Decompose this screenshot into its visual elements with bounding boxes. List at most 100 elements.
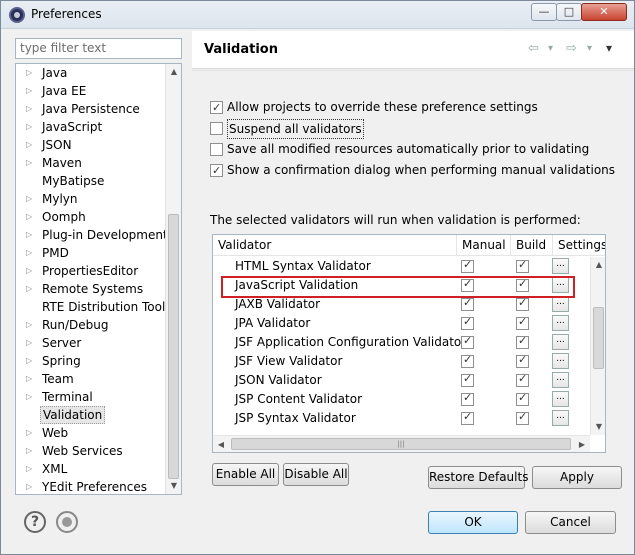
tree-item[interactable]: Validation — [16, 406, 166, 424]
table-hscroll-thumb[interactable]: ||| — [231, 438, 571, 450]
expand-arrow-icon[interactable]: ▷ — [26, 154, 32, 172]
build-checkbox[interactable] — [516, 296, 529, 311]
expand-arrow-icon[interactable]: ▷ — [26, 262, 32, 280]
tree-item[interactable]: ▷ Run/Debug — [16, 316, 166, 334]
enable-all-button[interactable]: Enable All — [212, 463, 279, 486]
expand-arrow-icon[interactable]: ▷ — [26, 352, 32, 370]
expand-arrow-icon[interactable]: ▷ — [26, 370, 32, 388]
expand-arrow-icon[interactable]: ▷ — [26, 478, 32, 494]
table-row[interactable]: JSF View Validator... — [213, 352, 591, 371]
filter-input[interactable]: type filter text — [15, 38, 182, 59]
tree-item[interactable]: ▷ Java — [16, 64, 166, 82]
manual-checkbox[interactable] — [461, 315, 474, 330]
tree-item[interactable]: ▷ Java EE — [16, 82, 166, 100]
build-checkbox[interactable] — [516, 258, 529, 273]
manual-checkbox[interactable] — [461, 258, 474, 273]
settings-button[interactable]: ... — [552, 391, 569, 407]
build-checkbox[interactable] — [516, 334, 529, 349]
expand-arrow-icon[interactable]: ▷ — [26, 244, 32, 262]
view-menu-icon[interactable]: ▾ — [606, 41, 612, 55]
table-row[interactable]: JSP Syntax Validator... — [213, 409, 591, 428]
record-macro-icon[interactable] — [56, 511, 78, 533]
tree-item[interactable]: ▷ Server — [16, 334, 166, 352]
manual-checkbox[interactable] — [461, 410, 474, 425]
restore-defaults-button[interactable]: Restore Defaults — [428, 466, 528, 489]
column-build[interactable]: Build — [511, 235, 553, 256]
manual-checkbox[interactable] — [461, 372, 474, 387]
build-checkbox[interactable] — [516, 391, 529, 406]
build-checkbox[interactable] — [516, 315, 529, 330]
column-settings[interactable]: Settings — [553, 235, 605, 256]
tree-item[interactable]: RTE Distribution Tool — [16, 298, 166, 316]
tree-item[interactable]: MyBatipse — [16, 172, 166, 190]
column-manual[interactable]: Manual — [457, 235, 511, 256]
expand-arrow-icon[interactable]: ▷ — [26, 388, 32, 406]
tree-item[interactable]: ▷ Plug-in Development — [16, 226, 168, 244]
build-checkbox[interactable] — [516, 353, 529, 368]
tree-item[interactable]: ▷ YEdit Preferences — [16, 478, 166, 494]
checkbox-allow-override[interactable] — [210, 99, 223, 117]
expand-arrow-icon[interactable]: ▷ — [26, 460, 32, 478]
back-menu-icon[interactable]: ▾ — [548, 43, 553, 54]
build-checkbox[interactable] — [516, 372, 529, 387]
tree-item[interactable]: ▷ Mylyn — [16, 190, 166, 208]
forward-menu-icon[interactable]: ▾ — [587, 43, 592, 54]
settings-button[interactable]: ... — [552, 258, 569, 274]
settings-button[interactable]: ... — [552, 353, 569, 369]
expand-arrow-icon[interactable]: ▷ — [26, 82, 32, 100]
expand-arrow-icon[interactable]: ▷ — [26, 424, 32, 442]
cancel-button[interactable]: Cancel — [525, 511, 616, 534]
tree-item[interactable]: ▷ Remote Systems — [16, 280, 166, 298]
tree-item[interactable]: ▷ PropertiesEditor — [16, 262, 166, 280]
expand-arrow-icon[interactable]: ▷ — [26, 226, 32, 244]
tree-item[interactable]: ▷ Web Services — [16, 442, 166, 460]
expand-arrow-icon[interactable]: ▷ — [26, 316, 32, 334]
expand-arrow-icon[interactable]: ▷ — [26, 64, 32, 82]
settings-button[interactable]: ... — [552, 296, 569, 312]
expand-arrow-icon[interactable]: ▷ — [26, 442, 32, 460]
expand-arrow-icon[interactable]: ▷ — [26, 208, 32, 226]
tree-item[interactable]: ▷ JavaScript — [16, 118, 166, 136]
scroll-down-icon[interactable]: ▼ — [166, 478, 181, 494]
manual-checkbox[interactable] — [461, 334, 474, 349]
tree-item[interactable]: ▷ Maven — [16, 154, 166, 172]
tree-item[interactable]: ▷ XML — [16, 460, 166, 478]
settings-button[interactable]: ... — [552, 315, 569, 331]
minimize-button[interactable]: — — [531, 3, 557, 21]
ok-button[interactable]: OK — [428, 511, 518, 534]
table-row[interactable]: JPA Validator... — [213, 314, 591, 333]
close-button[interactable]: ✕ — [581, 3, 627, 21]
tree-scrollbar[interactable]: ▲ ▼ — [165, 64, 181, 494]
scroll-up-icon[interactable]: ▲ — [591, 257, 605, 273]
checkbox-save-resources[interactable] — [210, 143, 223, 156]
scroll-down-icon[interactable]: ▼ — [591, 419, 605, 435]
table-row[interactable]: JSP Content Validator... — [213, 390, 591, 409]
checkbox-show-confirmation[interactable] — [210, 162, 223, 180]
table-horizontal-scrollbar[interactable]: ◀ ||| ▶ — [213, 435, 590, 452]
tree-item[interactable]: ▷ Java Persistence — [16, 100, 166, 118]
disable-all-button[interactable]: Disable All — [283, 463, 349, 486]
expand-arrow-icon[interactable]: ▷ — [26, 100, 32, 118]
settings-button[interactable]: ... — [552, 410, 569, 426]
forward-arrow-icon[interactable]: ⇨ — [566, 41, 577, 56]
table-vertical-scrollbar[interactable]: ▲ ▼ — [590, 257, 605, 435]
tree-item[interactable]: ▷ Spring — [16, 352, 166, 370]
expand-arrow-icon[interactable]: ▷ — [26, 190, 32, 208]
tree-scroll-thumb[interactable] — [168, 214, 179, 479]
tree-item[interactable]: ▷ JSON — [16, 136, 166, 154]
manual-checkbox[interactable] — [461, 296, 474, 311]
expand-arrow-icon[interactable]: ▷ — [26, 280, 32, 298]
scroll-right-icon[interactable]: ▶ — [574, 436, 590, 452]
maximize-button[interactable]: □ — [556, 3, 582, 21]
expand-arrow-icon[interactable]: ▷ — [26, 334, 32, 352]
help-icon[interactable]: ? — [24, 511, 46, 533]
tree-item[interactable]: ▷ Team — [16, 370, 166, 388]
settings-button[interactable]: ... — [552, 334, 569, 350]
scroll-left-icon[interactable]: ◀ — [213, 436, 229, 452]
tree-item[interactable]: ▷ Oomph — [16, 208, 166, 226]
scroll-up-icon[interactable]: ▲ — [166, 64, 181, 80]
tree-item[interactable]: ▷ Web — [16, 424, 166, 442]
manual-checkbox[interactable] — [461, 353, 474, 368]
table-row[interactable]: JSF Application Configuration Validator.… — [213, 333, 591, 352]
back-arrow-icon[interactable]: ⇦ — [528, 41, 539, 56]
